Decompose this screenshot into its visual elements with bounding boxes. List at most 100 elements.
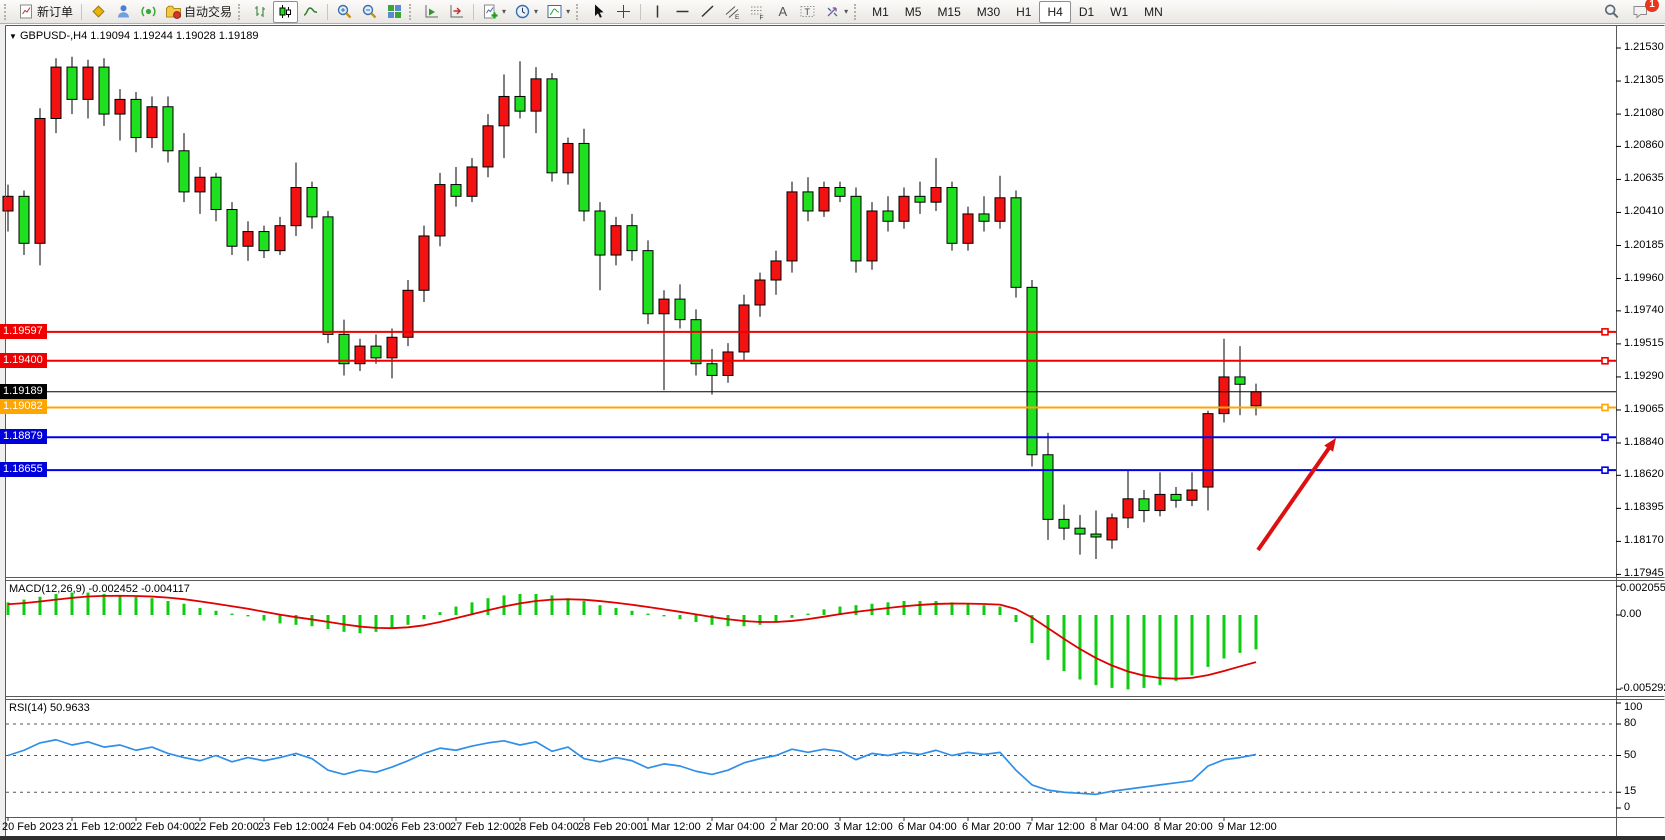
line-handle [1602, 434, 1608, 440]
candle [595, 211, 605, 255]
timeframe-h1-label: H1 [1016, 5, 1031, 19]
candle [515, 96, 525, 111]
candle [131, 99, 141, 137]
window-bottom-edge [0, 836, 1665, 840]
cursor-icon [590, 3, 607, 20]
toolbar-separator [473, 4, 474, 20]
candle [1027, 287, 1037, 454]
chart-shift-button[interactable] [444, 1, 469, 23]
new-order-button[interactable]: 新订单 [14, 1, 77, 23]
candle [163, 107, 173, 151]
timeframe-m15-label: M15 [937, 5, 960, 19]
chevron-down-icon: ▾ [566, 7, 570, 16]
vertical-line-button[interactable] [645, 1, 670, 23]
tile-windows-button[interactable] [382, 1, 407, 23]
macd-pane-label: MACD(12,26,9) -0.002452 -0.004117 [9, 583, 190, 595]
candle [371, 346, 381, 358]
candle [243, 232, 253, 247]
timeframe-h4[interactable]: H4 [1039, 1, 1070, 23]
timeframe-m5-label: M5 [905, 5, 922, 19]
candle [435, 185, 445, 236]
toolbar-separator [81, 4, 82, 20]
text-label-button[interactable]: T [795, 1, 820, 23]
candle [1059, 519, 1069, 528]
line-chart-button[interactable] [298, 1, 323, 23]
timeframe-mn[interactable]: MN [1136, 1, 1171, 23]
toolbar-grip [4, 4, 10, 20]
candle [467, 167, 477, 196]
toolbar-grip [409, 4, 415, 20]
tile-windows-icon [386, 3, 403, 20]
shapes-icon [824, 3, 841, 20]
zoom-out-button[interactable] [357, 1, 382, 23]
autotrading-button-label: 自动交易 [184, 3, 232, 20]
notifications-button[interactable]: 1 [1628, 1, 1653, 23]
timeframe-w1[interactable]: W1 [1102, 1, 1136, 23]
text-button[interactable]: A [770, 1, 795, 23]
cursor-button[interactable] [586, 1, 611, 23]
timeframe-m5[interactable]: M5 [897, 1, 930, 23]
candle [403, 290, 413, 337]
candle [323, 217, 333, 334]
chart-canvas[interactable] [0, 0, 1665, 840]
svg-text:T: T [805, 7, 811, 17]
channel-icon: E [724, 3, 741, 20]
crosshair-button[interactable] [611, 1, 636, 23]
toolbar-separator [327, 4, 328, 20]
timeframe-h1[interactable]: H1 [1008, 1, 1039, 23]
indicators-button[interactable]: ▾ [478, 1, 510, 23]
candle [451, 185, 461, 197]
candle [83, 67, 93, 99]
zoom-in-button[interactable] [332, 1, 357, 23]
line-handle [1602, 358, 1608, 364]
candle [547, 79, 557, 173]
market-watch-button[interactable] [86, 1, 111, 23]
svg-text:E: E [735, 14, 740, 20]
candle [867, 211, 877, 261]
candle [227, 210, 237, 247]
candle [499, 96, 509, 125]
fibonacci-button[interactable]: F [745, 1, 770, 23]
candlestick-series [3, 57, 1261, 559]
templates-button[interactable]: ▾ [542, 1, 574, 23]
timeframe-m30[interactable]: M30 [969, 1, 1008, 23]
timeframe-m15[interactable]: M15 [929, 1, 968, 23]
candle [643, 251, 653, 314]
candle [51, 67, 61, 118]
candle [179, 151, 189, 192]
line-handle [7, 358, 13, 364]
channel-button[interactable]: E [720, 1, 745, 23]
candle [851, 196, 861, 261]
candle [659, 299, 669, 314]
candle [1091, 534, 1101, 537]
terminal-button[interactable] [111, 1, 136, 23]
zoom-out-icon [361, 3, 378, 20]
candle [1171, 494, 1181, 500]
toolbar-grip [854, 4, 860, 20]
search-icon [1603, 3, 1620, 20]
trendline-button[interactable] [695, 1, 720, 23]
candle [1123, 499, 1133, 518]
bar-chart-button[interactable] [248, 1, 273, 23]
crosshair-icon [615, 3, 632, 20]
candle [1155, 494, 1165, 510]
collapse-icon[interactable]: ▼ [9, 32, 17, 41]
arrow-annotation [1258, 443, 1333, 550]
timeframe-m1[interactable]: M1 [864, 1, 897, 23]
auto-scroll-button[interactable] [419, 1, 444, 23]
signals-button[interactable] [136, 1, 161, 23]
macd-signal-line [8, 596, 1256, 679]
svg-text:F: F [760, 15, 764, 21]
horizontal-line-button[interactable] [670, 1, 695, 23]
rsi-name: RSI(14) [9, 702, 47, 714]
search-button[interactable] [1599, 1, 1624, 23]
candle [115, 99, 125, 114]
periods-button[interactable]: ▾ [510, 1, 542, 23]
autotrading-button[interactable]: 自动交易 [161, 1, 236, 23]
shapes-button[interactable]: ▾ [820, 1, 852, 23]
indicators-icon [482, 3, 499, 20]
chart-ohlc-values: 1.19094 1.19244 1.19028 1.19189 [90, 30, 258, 42]
timeframe-d1[interactable]: D1 [1071, 1, 1102, 23]
candle [147, 107, 157, 138]
candlestick-button[interactable] [273, 1, 298, 23]
